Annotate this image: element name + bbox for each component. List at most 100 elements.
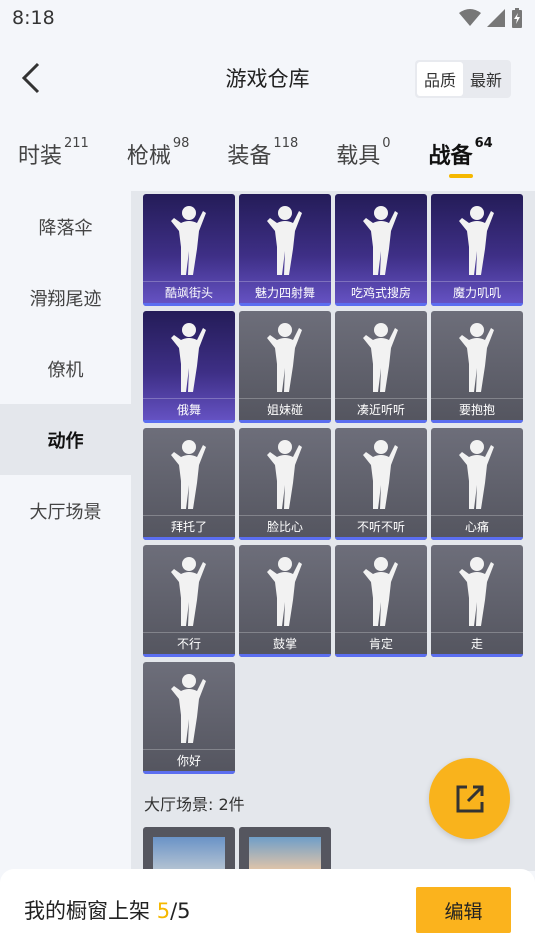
edit-button[interactable]: 编辑 [416,887,511,933]
rarity-bar [143,420,235,423]
emote-label: 鼓掌 [239,632,331,654]
emote-label: 姐妹碰 [239,398,331,420]
emote-label: 走 [431,632,523,654]
emote-label: 吃鸡式搜房 [335,281,427,303]
emote-figure-icon [143,434,235,512]
emote-card[interactable]: 不行 [143,545,235,657]
rarity-bar [335,420,427,423]
emote-card[interactable]: 要抱抱 [431,311,523,423]
emote-card[interactable]: 不听不听 [335,428,427,540]
header: 游戏仓库 品质 最新 [0,36,535,120]
emote-label: 魔力叽叽 [431,281,523,303]
emote-figure-icon [143,200,235,278]
status-icons [459,8,523,28]
emote-card[interactable]: 凑近听听 [335,311,427,423]
tab-fashion[interactable]: 时装211 [18,120,89,170]
back-button[interactable] [16,58,46,98]
rarity-bar [431,654,523,657]
emote-figure-icon [239,434,331,512]
emote-label: 肯定 [335,632,427,654]
emote-card[interactable]: 心痛 [431,428,523,540]
emote-card[interactable]: 吃鸡式搜房 [335,194,427,306]
emote-figure-icon [335,551,427,629]
sidebar-item-glide-trail[interactable]: 滑翔尾迹 [0,262,131,333]
emote-label: 不行 [143,632,235,654]
rarity-bar [239,420,331,423]
emote-label: 不听不听 [335,515,427,537]
emote-figure-icon [239,317,331,395]
rarity-bar [431,420,523,423]
emote-label: 俄舞 [143,398,235,420]
lobby-scene-card[interactable] [143,827,235,871]
emote-figure-icon [335,434,427,512]
status-time: 8:18 [12,7,55,29]
rarity-bar [431,537,523,540]
emote-label: 要抱抱 [431,398,523,420]
footer-bar: 我的橱窗上架 5/5 编辑 [0,869,535,951]
emote-figure-icon [335,317,427,395]
lobby-scene-card[interactable] [239,827,331,871]
sort-toggle: 品质 最新 [414,60,511,98]
emote-label: 心痛 [431,515,523,537]
rarity-bar [143,303,235,306]
rarity-bar [239,303,331,306]
tab-weapons[interactable]: 枪械98 [127,120,190,170]
emote-card[interactable]: 俄舞 [143,311,235,423]
emote-label: 凑近听听 [335,398,427,420]
emote-label: 魅力四射舞 [239,281,331,303]
rarity-bar [143,654,235,657]
emote-card[interactable]: 酷飒街头 [143,194,235,306]
tab-vehicles[interactable]: 载具0 [336,120,390,170]
emote-grid: 酷飒街头 魅力四射舞 吃鸡式搜房 魔力叽叽俄舞 姐妹碰 凑近听听 要抱抱拜托了 脸比心 不听不听… [143,194,525,774]
emote-card[interactable]: 走 [431,545,523,657]
emote-card[interactable]: 魅力四射舞 [239,194,331,306]
category-tabs: 时装211 枪械98 装备118 载具0 战备64 [0,120,535,192]
sidebar-item-parachute[interactable]: 降落伞 [0,191,131,262]
tab-battle-prep[interactable]: 战备64 [429,120,493,178]
emote-card[interactable]: 你好 [143,662,235,774]
share-icon [456,785,483,812]
rarity-bar [431,303,523,306]
chevron-left-icon [21,62,40,94]
emote-figure-icon [431,317,523,395]
sidebar-item-emotes[interactable]: 动作 [0,404,131,475]
rarity-bar [143,537,235,540]
showcase-count: 5 [156,899,171,923]
page-title: 游戏仓库 [225,67,310,91]
signal-icon [487,9,505,27]
showcase-total: /5 [170,899,191,923]
rarity-bar [239,654,331,657]
emote-card[interactable]: 姐妹碰 [239,311,331,423]
rarity-bar [335,303,427,306]
showcase-status: 我的橱窗上架 5/5 [24,899,191,923]
emote-figure-icon [143,317,235,395]
rarity-bar [239,537,331,540]
emote-label: 脸比心 [239,515,331,537]
sort-newest-button[interactable]: 最新 [463,62,509,96]
sidebar-item-lobby-scene[interactable]: 大厅场景 [0,475,131,546]
emote-figure-icon [335,200,427,278]
share-button[interactable] [429,758,510,839]
emote-card[interactable]: 拜托了 [143,428,235,540]
wifi-icon [459,9,481,26]
emote-figure-icon [431,200,523,278]
sidebar-item-wingman[interactable]: 僚机 [0,333,131,404]
emote-figure-icon [431,551,523,629]
tab-active-indicator [448,174,473,178]
battery-icon [512,8,522,28]
tab-equipment[interactable]: 装备118 [227,120,298,170]
rarity-bar [335,537,427,540]
emote-card[interactable]: 肯定 [335,545,427,657]
emote-card[interactable]: 魔力叽叽 [431,194,523,306]
rarity-bar [143,771,235,774]
emote-figure-icon [431,434,523,512]
emote-card[interactable]: 鼓掌 [239,545,331,657]
rarity-bar [335,654,427,657]
sort-quality-button[interactable]: 品质 [416,62,463,96]
emote-figure-icon [239,200,331,278]
scene-thumbnail [249,837,321,871]
scene-thumbnail [153,837,225,871]
emote-card[interactable]: 脸比心 [239,428,331,540]
emote-label: 拜托了 [143,515,235,537]
status-bar: 8:18 [0,0,535,36]
